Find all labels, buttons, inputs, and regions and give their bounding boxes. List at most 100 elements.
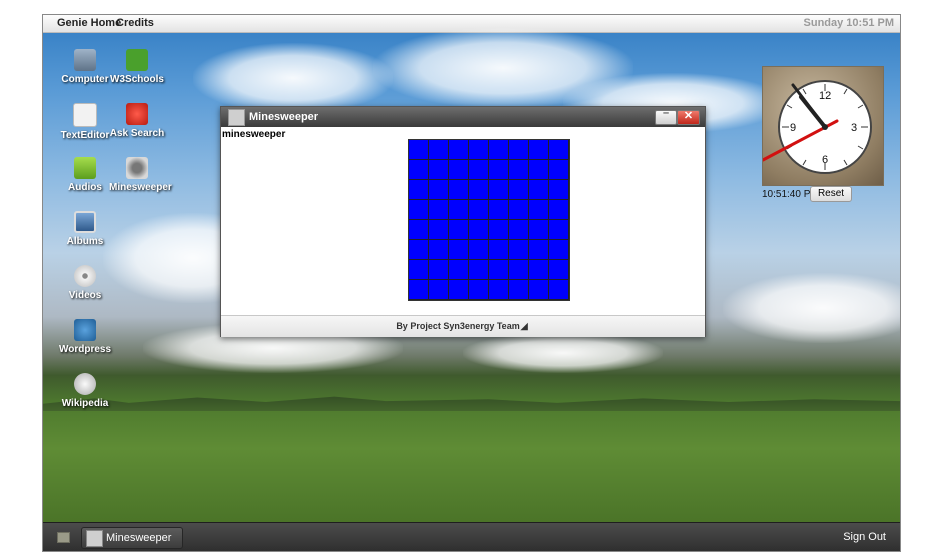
minesweeper-cell[interactable] [469,200,489,220]
minesweeper-cell[interactable] [489,240,509,260]
taskbar-item-minesweeper[interactable]: Minesweeper [81,527,183,549]
minesweeper-cell[interactable] [449,260,469,280]
clock-face: 12 3 6 9 [763,80,872,174]
minesweeper-cell[interactable] [529,220,549,240]
sign-out-button[interactable]: Sign Out [843,531,886,543]
clock-number-9: 9 [790,122,796,134]
minesweeper-cell[interactable] [449,160,469,180]
minesweeper-cell[interactable] [409,240,429,260]
minesweeper-cell[interactable] [509,160,529,180]
clock-reset-button[interactable]: Reset [810,186,852,202]
minesweeper-cell[interactable] [429,180,449,200]
minesweeper-cell[interactable] [549,220,569,240]
desktop-icon-wikipedia[interactable]: Wikipedia [57,373,113,409]
minimize-button[interactable]: – [655,107,677,125]
minesweeper-cell[interactable] [549,160,569,180]
minesweeper-cell[interactable] [549,240,569,260]
minesweeper-cell[interactable] [529,260,549,280]
desktop-icon-computer[interactable]: Computer [57,49,113,85]
minesweeper-cell[interactable] [489,200,509,220]
minesweeper-cell[interactable] [409,200,429,220]
desktop-icon-ask-search[interactable]: Ask Search [109,103,165,139]
minesweeper-cell[interactable] [469,260,489,280]
minesweeper-cell[interactable] [509,280,529,300]
minesweeper-cell[interactable] [449,180,469,200]
minesweeper-cell[interactable] [529,160,549,180]
minesweeper-cell[interactable] [429,240,449,260]
minesweeper-cell[interactable] [489,140,509,160]
minesweeper-cell[interactable] [469,220,489,240]
minesweeper-cell[interactable] [549,260,569,280]
minesweeper-cell[interactable] [529,240,549,260]
minesweeper-cell[interactable] [549,180,569,200]
minesweeper-cell[interactable] [529,180,549,200]
menu-genie-home[interactable]: Genie Home [57,17,121,29]
minesweeper-cell[interactable] [429,140,449,160]
minesweeper-cell[interactable] [509,220,529,240]
minesweeper-cell[interactable] [449,200,469,220]
desktop-icon-audios[interactable]: Audios [57,157,113,193]
minesweeper-cell[interactable] [489,160,509,180]
minesweeper-cell[interactable] [409,160,429,180]
wordpress-icon [74,319,96,341]
minesweeper-cell[interactable] [429,220,449,240]
minimize-icon: – [662,107,670,119]
resize-grip-icon[interactable]: ◢ [521,321,528,331]
desktop-icon-videos[interactable]: Videos [57,265,113,301]
minesweeper-cell[interactable] [509,200,529,220]
desktop-icon-albums[interactable]: Albums [57,211,113,247]
game-heading: minesweeper [222,129,286,140]
minesweeper-cell[interactable] [429,200,449,220]
minesweeper-cell[interactable] [409,220,429,240]
minesweeper-cell[interactable] [509,240,529,260]
minesweeper-cell[interactable] [529,200,549,220]
clock-number-12: 12 [819,90,831,102]
desktop-icon-texteditor[interactable]: TextEditor [57,103,113,141]
minesweeper-cell[interactable] [509,180,529,200]
desktop-icon-wordpress[interactable]: Wordpress [57,319,113,355]
desktop-icon-w3schools[interactable]: W3Schools [109,49,165,85]
menu-credits[interactable]: Credits [116,17,154,29]
minesweeper-cell[interactable] [549,280,569,300]
minesweeper-cell[interactable] [449,240,469,260]
minesweeper-cell[interactable] [489,220,509,240]
minesweeper-cell[interactable] [469,240,489,260]
clock-number-6: 6 [822,154,828,166]
minesweeper-cell[interactable] [409,180,429,200]
minesweeper-cell[interactable] [489,280,509,300]
minesweeper-cell[interactable] [409,280,429,300]
minesweeper-cell[interactable] [449,280,469,300]
minesweeper-cell[interactable] [469,280,489,300]
minesweeper-cell[interactable] [509,260,529,280]
start-icon[interactable] [57,532,70,543]
minesweeper-cell[interactable] [409,140,429,160]
minesweeper-cell[interactable] [429,160,449,180]
minesweeper-cell[interactable] [429,280,449,300]
minesweeper-cell[interactable] [549,140,569,160]
minesweeper-cell[interactable] [409,260,429,280]
close-button[interactable]: ✕ [677,110,700,125]
taskbar: Minesweeper Sign Out [43,522,900,551]
minesweeper-cell[interactable] [469,140,489,160]
minesweeper-cell[interactable] [449,220,469,240]
window-titlebar[interactable]: Minesweeper – ✕ [221,107,705,127]
minesweeper-cell[interactable] [529,140,549,160]
desktop-icon-label: Wordpress [58,344,112,355]
minesweeper-cell[interactable] [549,200,569,220]
minesweeper-cell[interactable] [449,140,469,160]
topbar-datetime: Sunday 10:51 PM [803,17,894,29]
desktop-icon-label: Minesweeper [109,182,172,193]
minesweeper-cell[interactable] [429,260,449,280]
minesweeper-cell[interactable] [469,160,489,180]
minesweeper-cell[interactable] [489,180,509,200]
minesweeper-cell[interactable] [489,260,509,280]
minesweeper-cell[interactable] [509,140,529,160]
browser-frame: Genie Home Credits Sunday 10:51 PM Compu… [42,14,901,552]
taskbar-item-label: Minesweeper [106,532,172,544]
minesweeper-cell[interactable] [529,280,549,300]
wallpaper-cloud [723,273,900,343]
albums-icon [74,211,96,233]
desktop-icon-minesweeper[interactable]: Minesweeper [109,157,172,193]
footer-credit: By Project Syn3energy Team [396,321,520,331]
minesweeper-cell[interactable] [469,180,489,200]
